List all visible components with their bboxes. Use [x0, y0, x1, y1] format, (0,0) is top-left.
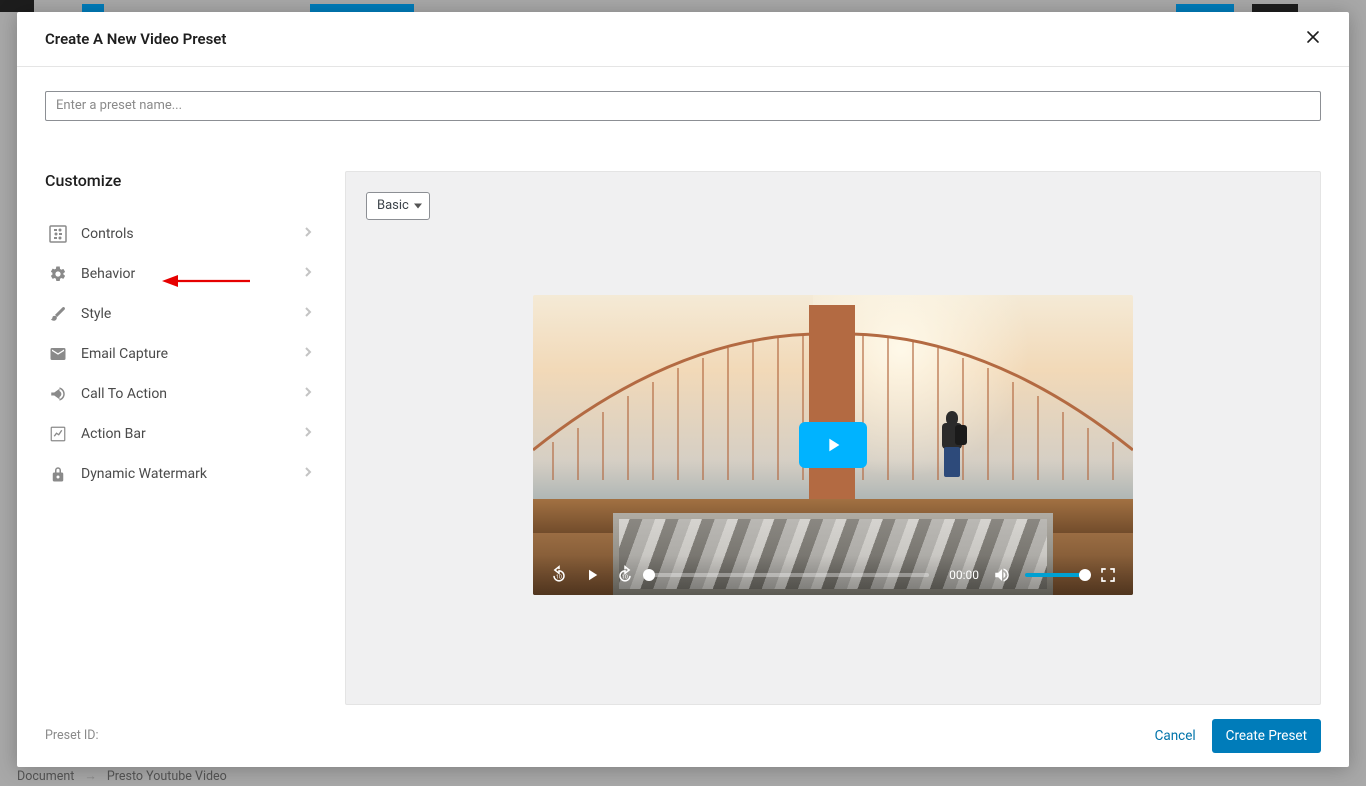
chevron-right-icon [301, 464, 315, 483]
footer-actions: Cancel Create Preset [1155, 719, 1321, 753]
background-button-3 [1176, 4, 1234, 12]
create-preset-modal: Create A New Video Preset Customize Cont… [17, 12, 1349, 767]
sidebar-item-label: Action Bar [81, 426, 301, 442]
preview-toolbar: Basic [366, 192, 1300, 220]
create-preset-button[interactable]: Create Preset [1212, 719, 1321, 753]
preview-pane: Basic [345, 171, 1321, 705]
background-admin-corner [0, 0, 34, 12]
chevron-right-icon [301, 264, 315, 283]
controls-icon [45, 221, 71, 247]
preset-id-label: Preset ID: [45, 728, 99, 743]
person-silhouette [938, 411, 966, 477]
modal-header: Create A New Video Preset [17, 12, 1349, 67]
volume-handle[interactable] [1079, 569, 1091, 581]
mail-icon [45, 341, 71, 367]
gear-icon [45, 261, 71, 287]
chevron-right-icon [301, 224, 315, 243]
breadcrumb-arrow: → [84, 769, 97, 784]
sidebar-item-call-to-action[interactable]: Call To Action [45, 374, 315, 414]
progress-bar[interactable] [649, 573, 929, 577]
brush-icon [45, 301, 71, 327]
play-button-large[interactable] [799, 422, 867, 468]
video-controls-bar: 10 10 00:00 [533, 555, 1133, 595]
sidebar-item-label: Style [81, 306, 301, 322]
close-icon [1305, 29, 1321, 45]
chevron-right-icon [301, 344, 315, 363]
volume-slider[interactable] [1025, 573, 1085, 577]
background-button-2 [310, 4, 414, 12]
play-button-small[interactable] [583, 566, 601, 584]
sidebar-item-dynamic-watermark[interactable]: Dynamic Watermark [45, 454, 315, 494]
breadcrumb: Document → Presto Youtube Video [17, 766, 227, 786]
modal-title: Create A New Video Preset [45, 30, 226, 48]
chevron-right-icon [301, 384, 315, 403]
sidebar-title: Customize [45, 171, 315, 190]
sidebar-item-style[interactable]: Style [45, 294, 315, 334]
time-current: 00:00 [949, 568, 979, 582]
bridge-tower [817, 305, 847, 505]
chevron-right-icon [301, 304, 315, 323]
sidebar-item-label: Call To Action [81, 386, 301, 402]
background-button-1 [82, 4, 104, 12]
preset-name-input[interactable] [45, 91, 1321, 121]
customize-sidebar: Customize Controls Behavior [45, 171, 345, 705]
skin-select[interactable]: Basic [366, 192, 430, 220]
cancel-button[interactable]: Cancel [1155, 728, 1196, 744]
bridge-strut [809, 359, 855, 367]
svg-text:10: 10 [622, 574, 628, 580]
sidebar-item-label: Behavior [81, 266, 301, 282]
play-icon [822, 434, 844, 456]
sidebar-item-email-capture[interactable]: Email Capture [45, 334, 315, 374]
sidebar-item-action-bar[interactable]: Action Bar [45, 414, 315, 454]
background-topbar [0, 0, 1366, 12]
sidebar-item-label: Email Capture [81, 346, 301, 362]
lock-icon [45, 461, 71, 487]
svg-text:10: 10 [556, 574, 562, 580]
skin-select-wrap: Basic [366, 192, 430, 220]
chevron-right-icon [301, 424, 315, 443]
sidebar-item-label: Dynamic Watermark [81, 466, 301, 482]
rewind-10-button[interactable]: 10 [549, 565, 569, 585]
breadcrumb-page: Presto Youtube Video [107, 769, 227, 784]
video-preview: 10 10 00:00 [533, 295, 1133, 595]
sidebar-item-label: Controls [81, 226, 301, 242]
modal-body: Customize Controls Behavior [17, 67, 1349, 705]
fullscreen-button[interactable] [1099, 566, 1117, 584]
progress-handle[interactable] [643, 569, 655, 581]
sidebar-item-behavior[interactable]: Behavior [45, 254, 315, 294]
close-button[interactable] [1305, 28, 1321, 50]
content-row: Customize Controls Behavior [45, 171, 1321, 705]
sidebar-item-controls[interactable]: Controls [45, 214, 315, 254]
breadcrumb-document: Document [17, 769, 74, 784]
volume-button[interactable] [993, 566, 1011, 584]
modal-footer: Preset ID: Cancel Create Preset [17, 705, 1349, 767]
forward-10-button[interactable]: 10 [615, 565, 635, 585]
megaphone-icon [45, 381, 71, 407]
background-button-4 [1252, 4, 1298, 12]
bridge-strut [809, 407, 855, 415]
chart-icon [45, 421, 71, 447]
